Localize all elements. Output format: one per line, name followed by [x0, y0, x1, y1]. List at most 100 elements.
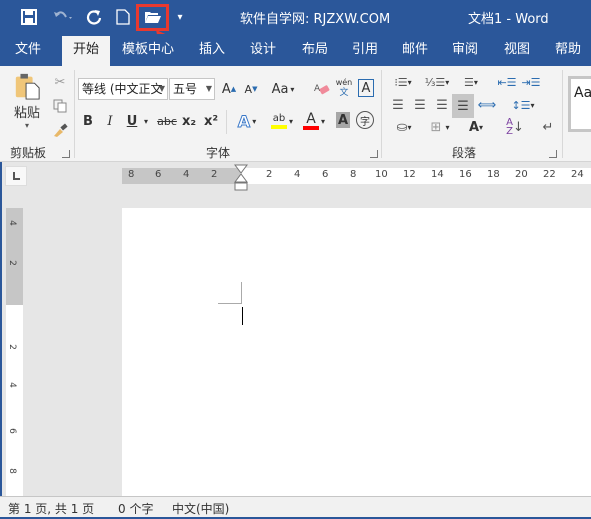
font-name-combo[interactable]: 等线 (中文正文 ▼: [78, 78, 168, 100]
language-indicator[interactable]: 中文(中国): [172, 500, 229, 517]
underline-button[interactable]: U: [124, 110, 140, 132]
character-border-button[interactable]: A: [358, 79, 374, 97]
grow-font-button[interactable]: A ▲: [220, 78, 238, 100]
asian-layout-button[interactable]: A ▾: [460, 116, 492, 138]
paragraph-dialog-launcher[interactable]: [549, 150, 557, 158]
shading-button[interactable]: ⛀ ▾: [388, 116, 420, 138]
redo-icon: [86, 10, 102, 25]
redo-button[interactable]: [84, 7, 104, 27]
tab-review[interactable]: 审阅: [446, 34, 484, 66]
horizontal-ruler[interactable]: 8 6 4 2 2 4 6 8 10 12 14 16 18 20 22 24: [122, 168, 591, 184]
superscript-button[interactable]: x²: [202, 110, 220, 132]
customize-qat-button[interactable]: ▾: [174, 7, 186, 27]
undo-button[interactable]: [50, 7, 76, 27]
save-button[interactable]: [18, 7, 40, 27]
new-document-icon: [116, 9, 130, 25]
tab-help[interactable]: 帮助: [549, 34, 587, 66]
show-marks-button[interactable]: ↵: [538, 116, 558, 138]
align-center-button[interactable]: ☰: [410, 94, 430, 116]
ruler-number: 18: [487, 169, 500, 180]
tab-references[interactable]: 引用: [346, 34, 384, 66]
enclose-characters-button[interactable]: 字: [356, 111, 374, 129]
paste-label: 粘贴: [13, 106, 40, 121]
ruler-number: 4: [6, 220, 17, 226]
ruler-number: 16: [459, 169, 472, 180]
format-painter-button[interactable]: [50, 120, 70, 140]
tab-selector-button[interactable]: [5, 166, 27, 186]
ruler-number: 24: [571, 169, 584, 180]
copy-button[interactable]: [50, 96, 70, 116]
vertical-ruler[interactable]: 4 2 2 4 6 8: [6, 208, 23, 496]
borders-button[interactable]: ⊞ ▾: [424, 116, 456, 138]
margin-corner-mark: [218, 282, 242, 304]
window-border: [0, 162, 2, 519]
decrease-indent-button[interactable]: ⇤☰: [496, 72, 518, 92]
shrink-font-icon: A: [244, 82, 253, 96]
subscript-button[interactable]: x₂: [180, 110, 198, 132]
underline-dropdown[interactable]: ▾: [141, 110, 151, 132]
word-count[interactable]: 0 个字: [118, 500, 153, 517]
font-size-combo[interactable]: 五号 ▼: [169, 78, 215, 100]
eraser-icon: A: [314, 84, 330, 95]
ruler-number: 2: [266, 169, 273, 180]
strikethrough-button[interactable]: abc: [156, 110, 178, 132]
font-dialog-launcher[interactable]: [370, 150, 378, 158]
numbering-button[interactable]: ⅓☰ ▾: [422, 72, 452, 92]
tab-insert[interactable]: 插入: [193, 34, 231, 66]
tab-file[interactable]: 文件: [8, 34, 48, 66]
sort-button[interactable]: A Z ↓: [504, 116, 526, 138]
line-spacing-button[interactable]: ↕☰ ▾: [508, 94, 538, 116]
styles-gallery-item[interactable]: Aa: [568, 76, 591, 132]
align-center-icon: ☰: [414, 97, 426, 113]
ruler-number: 6: [6, 428, 17, 434]
align-right-icon: ☰: [436, 97, 448, 113]
bullets-button[interactable]: ⁝☰ ▾: [388, 72, 418, 92]
tab-design[interactable]: 设计: [244, 34, 282, 66]
distributed-button[interactable]: ⟺: [476, 94, 498, 116]
new-document-button[interactable]: [113, 7, 133, 27]
bold-button[interactable]: B: [80, 110, 96, 132]
format-painter-icon: [54, 123, 68, 137]
increase-indent-button[interactable]: ⇥☰: [520, 72, 542, 92]
clear-formatting-button[interactable]: A: [312, 78, 332, 100]
tab-template-center[interactable]: 模板中心: [120, 34, 176, 66]
line-spacing-icon: ↕☰: [511, 98, 531, 112]
multilevel-list-button[interactable]: ☰ ▾: [456, 72, 486, 92]
site-title: 软件自学网: RJZXW.COM: [240, 12, 391, 27]
ruler-number: 2: [6, 260, 17, 266]
justify-button[interactable]: ☰: [452, 94, 474, 118]
paragraph-mark-icon: ↵: [542, 119, 554, 135]
page-count[interactable]: 第 1 页, 共 1 页: [8, 500, 94, 517]
ruler-number: 2: [6, 344, 17, 350]
cut-button[interactable]: ✂: [50, 72, 70, 92]
tab-home[interactable]: 开始: [62, 36, 110, 66]
highlight-color-button[interactable]: ab ▾: [266, 110, 298, 132]
change-case-button[interactable]: Aa ▾: [268, 78, 298, 100]
text-effects-icon: A: [237, 111, 251, 131]
highlight-color-bar: [270, 125, 287, 129]
paste-dropdown-icon[interactable]: ▾: [25, 121, 29, 130]
indent-markers-handle[interactable]: [234, 164, 248, 192]
title-bar: ▾ 软件自学网: RJZXW.COM 文档1 - Word: [0, 0, 591, 66]
shrink-font-button[interactable]: A ▼: [242, 78, 260, 100]
phonetic-guide-button[interactable]: wén 文: [334, 76, 354, 100]
align-left-button[interactable]: ☰: [388, 94, 408, 116]
document-page[interactable]: [122, 208, 591, 496]
tab-view[interactable]: 视图: [498, 34, 536, 66]
font-name-value: 等线 (中文正文: [82, 82, 163, 96]
character-shading-button[interactable]: A: [336, 112, 350, 128]
tab-layout[interactable]: 布局: [296, 34, 334, 66]
ribbon-home: 粘贴 ▾ ✂ 剪贴板 等线 (中文正文 ▼ 五号 ▼ A ▲ A ▼ Aa ▾ A wén…: [0, 66, 591, 162]
italic-button[interactable]: I: [102, 110, 118, 132]
separator: [381, 70, 382, 158]
clipboard-dialog-launcher[interactable]: [62, 150, 70, 158]
tab-mailings[interactable]: 邮件: [396, 34, 434, 66]
paste-button[interactable]: 粘贴 ▾: [10, 72, 44, 130]
ruler-number: 4: [6, 382, 17, 388]
ruler-number: 22: [543, 169, 556, 180]
align-right-button[interactable]: ☰: [432, 94, 452, 116]
chevron-down-icon: ▼: [158, 84, 165, 93]
separator: [74, 70, 75, 158]
font-color-button[interactable]: A ▾: [298, 110, 330, 132]
text-effects-button[interactable]: A ▾: [232, 110, 262, 132]
